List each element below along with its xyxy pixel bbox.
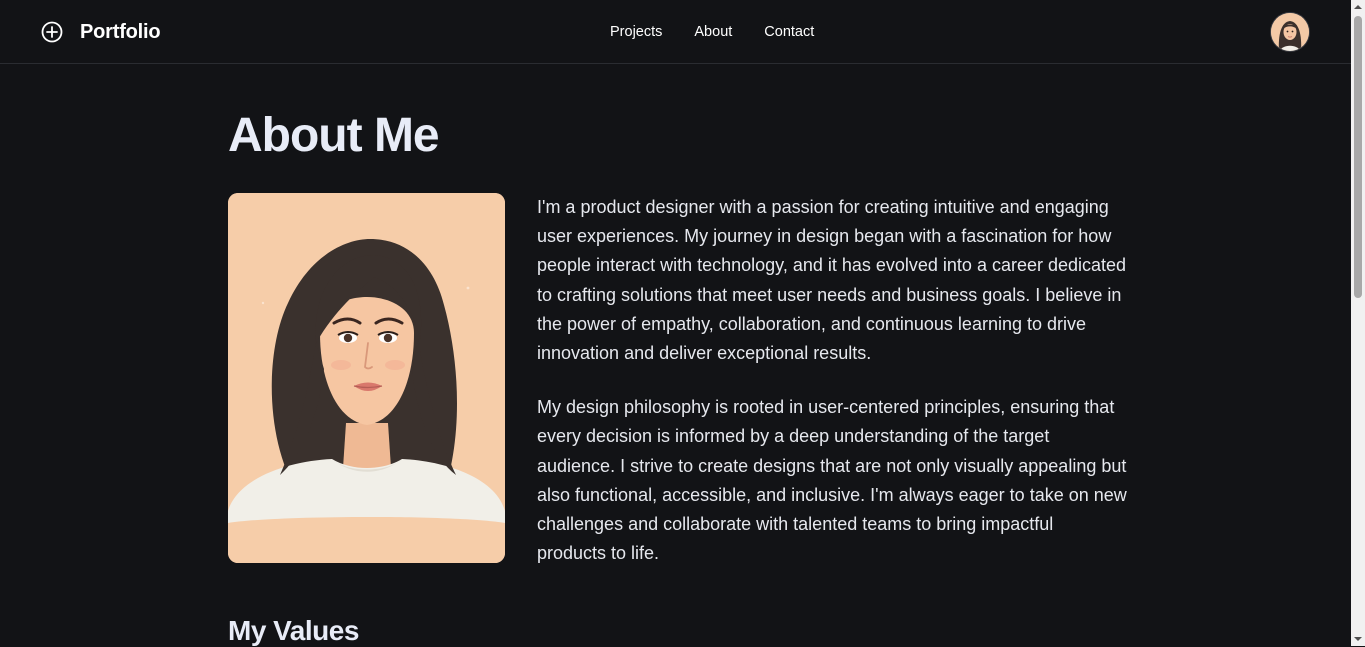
avatar-image [1271,13,1309,51]
portrait-image [228,193,505,563]
brand[interactable]: Portfolio [40,20,161,44]
user-avatar[interactable] [1271,13,1309,51]
nav-link-about[interactable]: About [694,24,732,40]
nav-link-contact[interactable]: Contact [764,24,814,40]
values-section-title: My Values [228,615,359,646]
arrow-up-icon [1354,5,1362,9]
arrow-down-icon [1354,637,1362,641]
bio-paragraph-2: My design philosophy is rooted in user-c… [537,397,1127,564]
scroll-down-button[interactable] [1351,632,1365,646]
portrait-illustration [228,193,505,563]
page-title: About Me [228,109,440,162]
nav-link-projects[interactable]: Projects [610,24,662,40]
scrollbar-thumb[interactable] [1354,16,1362,298]
plus-circle-icon [41,21,63,43]
page-scrollbar[interactable] [1351,0,1365,646]
scroll-up-button[interactable] [1351,0,1365,14]
site-header: Portfolio Projects About Contact [0,0,1351,64]
bio-text: I'm a product designer with a passion fo… [537,193,1127,593]
brand-name[interactable]: Portfolio [80,21,161,44]
main-nav: Projects About Contact [610,24,814,40]
bio-paragraph-1: I'm a product designer with a passion fo… [537,197,1127,364]
